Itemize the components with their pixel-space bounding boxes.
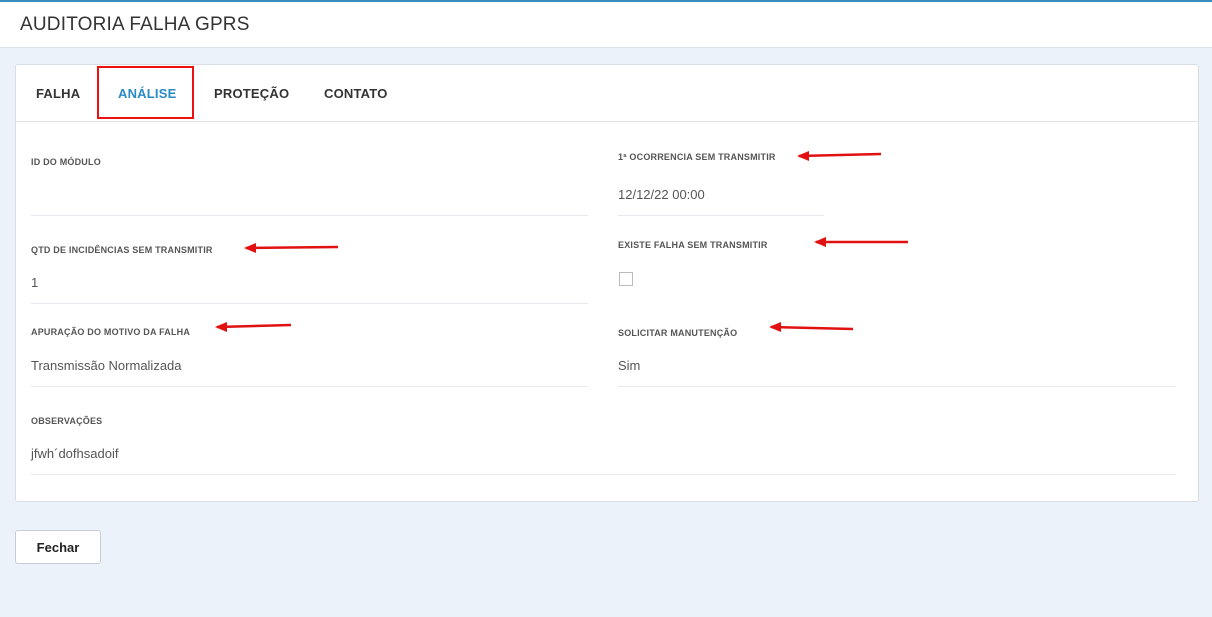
annotation-highlight-box — [97, 66, 194, 119]
page-header: AUDITORIA FALHA GPRS — [0, 2, 1212, 48]
tab-falha[interactable]: FALHA — [36, 86, 80, 101]
page-title: AUDITORIA FALHA GPRS — [20, 14, 250, 35]
apuracao-motivo-underline — [31, 386, 588, 387]
qtd-incidencias-label: QTD DE INCIDÊNCIAS SEM TRANSMITIR — [31, 245, 213, 255]
close-button[interactable]: Fechar — [15, 530, 101, 564]
observacoes-value: jfwh´dofhsadoif — [31, 446, 119, 461]
form-panel: FALHA ANÁLISE PROTEÇÃO CONTATO ID DO MÓD… — [15, 64, 1199, 502]
existe-falha-checkbox[interactable] — [619, 272, 633, 286]
annotation-arrow-primeira-ocorrencia — [797, 151, 882, 161]
id-modulo-underline — [31, 215, 588, 216]
qtd-incidencias-value: 1 — [31, 275, 39, 290]
annotation-arrow-qtd-incidencias — [244, 243, 339, 253]
primeira-ocorrencia-underline — [618, 215, 824, 216]
qtd-incidencias-underline — [31, 303, 588, 304]
primeira-ocorrencia-label: 1ª OCORRENCIA SEM TRANSMITIR — [618, 152, 776, 162]
primeira-ocorrencia-value: 12/12/22 00:00 — [618, 187, 705, 202]
observacoes-label: OBSERVAÇÕES — [31, 416, 103, 426]
id-modulo-label: ID DO MÓDULO — [31, 157, 101, 167]
observacoes-underline — [31, 474, 1176, 475]
solicitar-manutencao-label: SOLICITAR MANUTENÇÃO — [618, 328, 738, 338]
annotation-arrow-solicitar-manutencao — [769, 322, 854, 332]
tab-bar: FALHA ANÁLISE PROTEÇÃO CONTATO — [16, 65, 1198, 122]
existe-falha-label: EXISTE FALHA SEM TRANSMITIR — [618, 240, 768, 250]
annotation-arrow-existe-falha — [814, 237, 908, 247]
solicitar-manutencao-value: Sim — [618, 358, 641, 373]
solicitar-manutencao-underline — [618, 386, 1176, 387]
annotation-arrow-apuracao-motivo — [215, 322, 292, 332]
apuracao-motivo-label: APURAÇÃO DO MOTIVO DA FALHA — [31, 327, 191, 337]
tab-protecao[interactable]: PROTEÇÃO — [214, 86, 289, 101]
apuracao-motivo-value: Transmissão Normalizada — [31, 358, 182, 373]
tab-contato[interactable]: CONTATO — [324, 86, 388, 101]
